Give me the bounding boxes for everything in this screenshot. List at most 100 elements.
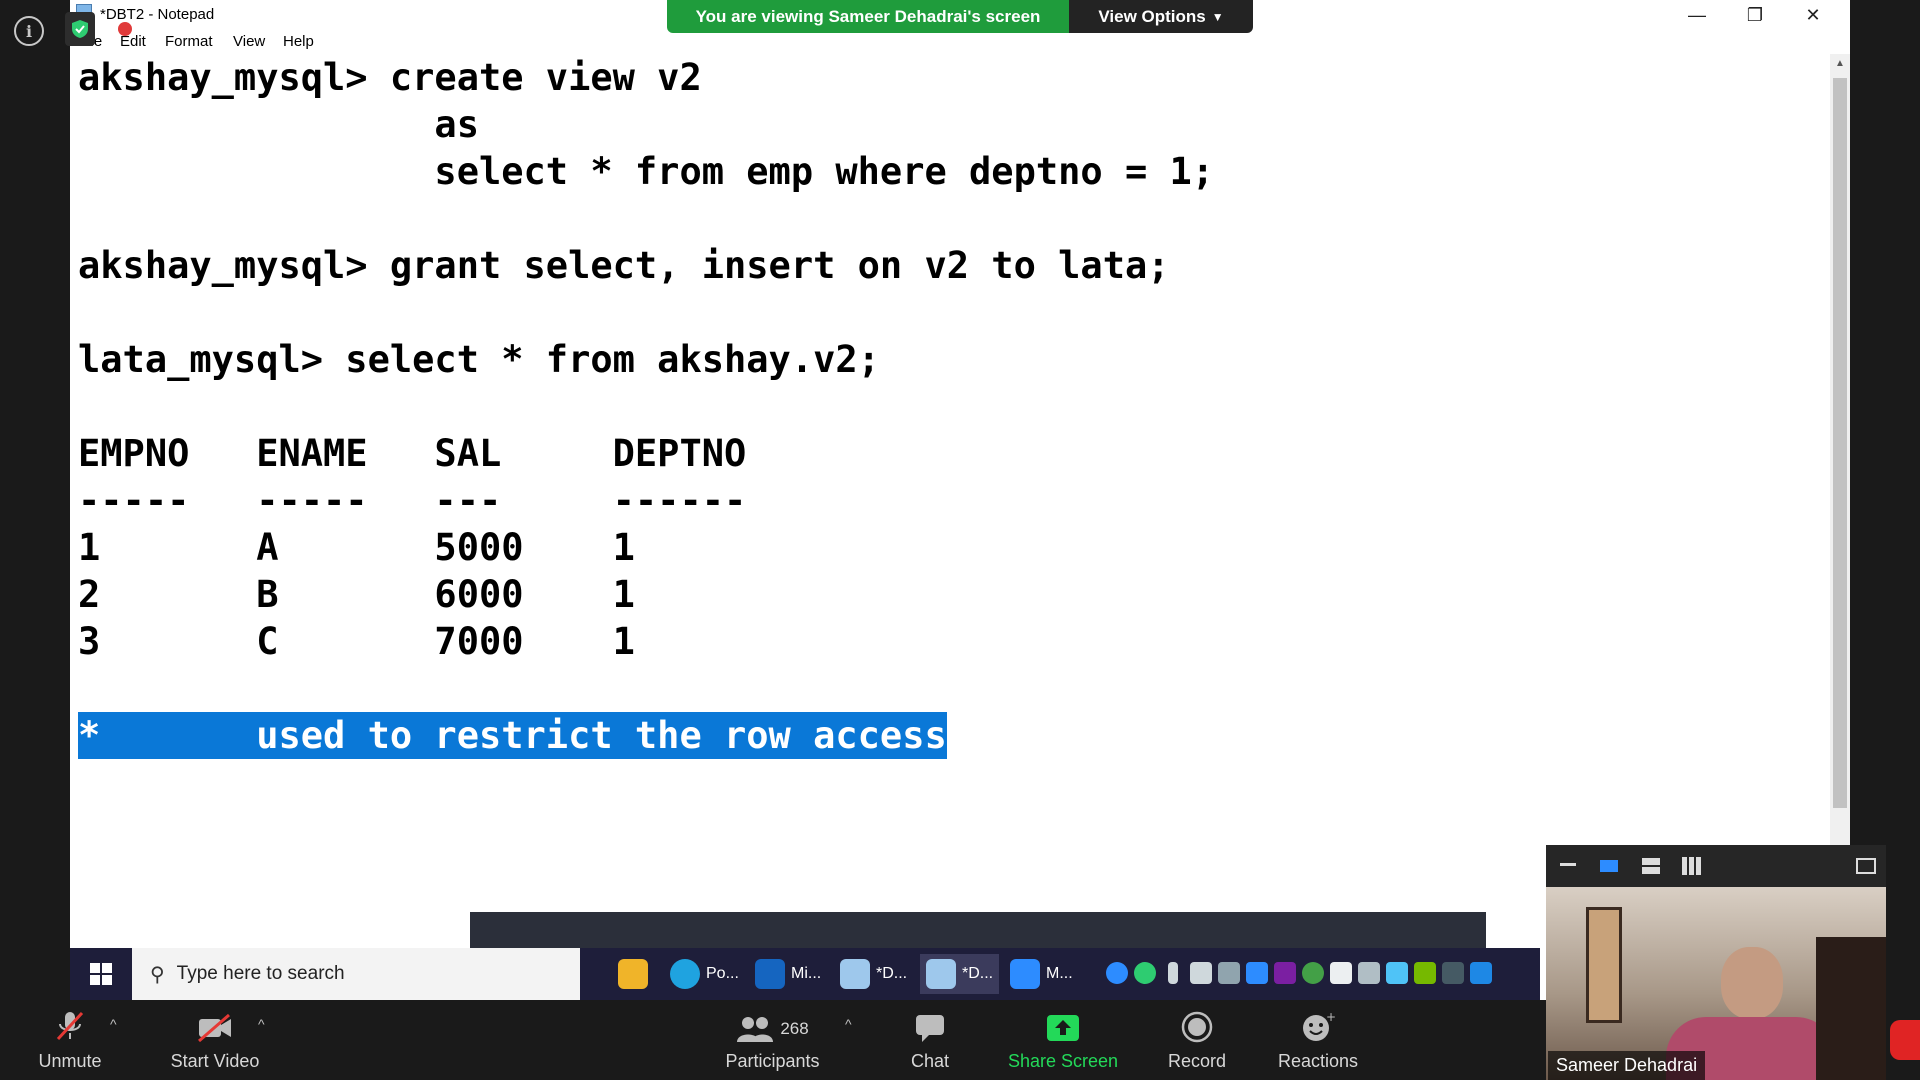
background-strip [470,912,1486,948]
display-icon[interactable] [1442,962,1464,984]
search-icon: ⚲ [150,963,165,986]
menu-view[interactable]: View [233,33,265,50]
minimize-button[interactable]: — [1668,0,1726,30]
taskbar-app-zoom[interactable]: M... [1010,954,1073,994]
taskbar-app-notepad-1[interactable]: *D... [840,954,907,994]
participants-icon [737,1017,774,1042]
app-label: *D... [962,965,994,982]
participants-button[interactable]: 268 Participants [715,1000,830,1080]
share-screen-button[interactable]: Share Screen [1000,1000,1126,1080]
editor-line: akshay_mysql> grant select, insert on v2… [78,244,1170,287]
menu-format[interactable]: Format [165,33,213,50]
share-screen-icon [1047,1015,1079,1041]
participant-name-tag: Sameer Dehadrai [1548,1051,1706,1080]
menu-help[interactable]: Help [283,33,314,50]
microphone-icon[interactable] [1168,962,1178,984]
taskbar-app-notepad-2[interactable]: *D... [920,954,1000,994]
video-off-icon [198,1013,231,1043]
chat-button[interactable]: Chat [890,1000,970,1080]
table-separator: ----- ----- --- ------ [78,479,747,522]
app-label: Po... [706,965,739,982]
table-header: EMPNO ENAME SAL DEPTNO [78,432,747,475]
steam-icon[interactable] [1218,962,1240,984]
chevron-down-icon: ▼ [1211,9,1224,24]
windows-start-button[interactable] [70,948,132,1000]
start-video-label: Start Video [170,1051,260,1071]
minimize-video-icon[interactable] [1560,863,1576,866]
cabinet [1816,937,1886,1080]
snowflake-icon[interactable] [1386,962,1408,984]
record-button[interactable]: Record [1152,1000,1242,1080]
notepad-icon [840,959,870,989]
xbox-icon[interactable] [1302,962,1324,984]
unmute-label: Unmute [38,1051,102,1071]
active-speaker-view-icon[interactable] [1600,860,1618,872]
video-panel-header [1546,845,1886,887]
svg-text:+: + [1326,1011,1335,1024]
shield-icon[interactable] [1330,962,1352,984]
close-button[interactable]: ✕ [1784,0,1842,30]
wifi-icon[interactable] [1358,962,1380,984]
restore-button[interactable]: ❐ [1726,0,1784,30]
search-input[interactable]: Type here to search [177,963,345,985]
app-label: *D... [876,965,908,982]
editor-line: lata_mysql> select * from akshay.v2; [78,338,880,381]
taskbar-search-box[interactable]: ⚲ Type here to search [132,948,580,1000]
share-screen-label: Share Screen [1007,1051,1119,1071]
pop-out-icon[interactable] [1856,858,1876,874]
windows-logo-icon [90,963,112,985]
edge-icon [670,959,700,989]
file-explorer-app[interactable] [618,954,654,994]
participant-video[interactable]: Sameer Dehadrai [1546,887,1886,1080]
record-icon [1181,1011,1213,1043]
notification-tab[interactable] [1890,1020,1920,1060]
table-row: 2 B 6000 1 [78,573,635,616]
help-icon[interactable] [1106,962,1128,984]
scrollbar-thumb[interactable] [1833,78,1847,808]
scroll-up-icon[interactable]: ▲ [1830,58,1850,69]
zoom-left-strip: i [0,0,70,1000]
chat-label: Chat [910,1051,950,1071]
taskbar-app-mail[interactable]: Mi... [755,954,821,994]
table-row: 3 C 7000 1 [78,620,635,663]
security-shield-icon[interactable] [65,12,95,46]
zoom-icon [1010,959,1040,989]
window-title: *DBT2 - Notepad [100,6,215,23]
editor-line: akshay_mysql> create view v2 [78,56,702,99]
participants-options-caret[interactable]: ^ [845,1016,852,1032]
table-row: 1 A 5000 1 [78,526,635,569]
taskbar-app-edge[interactable]: Po... [670,954,739,994]
view-options-button[interactable]: View Options ▼ [1069,0,1253,33]
view-options-label: View Options [1098,6,1206,26]
zoom-tray-icon[interactable] [1246,962,1268,984]
sharing-banner: You are viewing Sameer Dehadrai's screen [667,0,1069,33]
reactions-icon: + [1303,1011,1335,1041]
battery-icon[interactable] [1190,962,1212,984]
audio-options-caret[interactable]: ^ [110,1016,117,1032]
editor-line: select * from emp where deptno = 1; [78,150,1215,193]
app-tray-icon[interactable] [1470,962,1492,984]
editor-line: as [78,103,479,146]
reactions-button[interactable]: + Reactions [1268,1000,1368,1080]
participants-label: Participants [725,1051,820,1071]
strip-view-icon[interactable] [1642,858,1660,874]
check-icon[interactable] [1134,962,1156,984]
participant-count: 268 [780,1019,809,1038]
notepad-icon [926,959,956,989]
mail-icon [755,959,785,989]
record-label: Record [1167,1051,1227,1071]
chat-icon [916,1015,944,1042]
unmute-button[interactable]: Unmute [20,1000,120,1080]
muted-microphone-icon [56,1011,84,1041]
person-head [1721,947,1783,1019]
folder-icon [618,959,648,989]
info-icon[interactable]: i [14,16,44,46]
gallery-view-icon[interactable] [1682,857,1702,875]
video-options-caret[interactable]: ^ [258,1016,265,1032]
nvidia-icon[interactable] [1414,962,1436,984]
reactions-label: Reactions [1277,1051,1359,1071]
selected-text: * used to restrict the row access [78,712,947,759]
onenote-icon[interactable] [1274,962,1296,984]
start-video-button[interactable]: Start Video [155,1000,275,1080]
app-label: Mi... [791,965,822,982]
